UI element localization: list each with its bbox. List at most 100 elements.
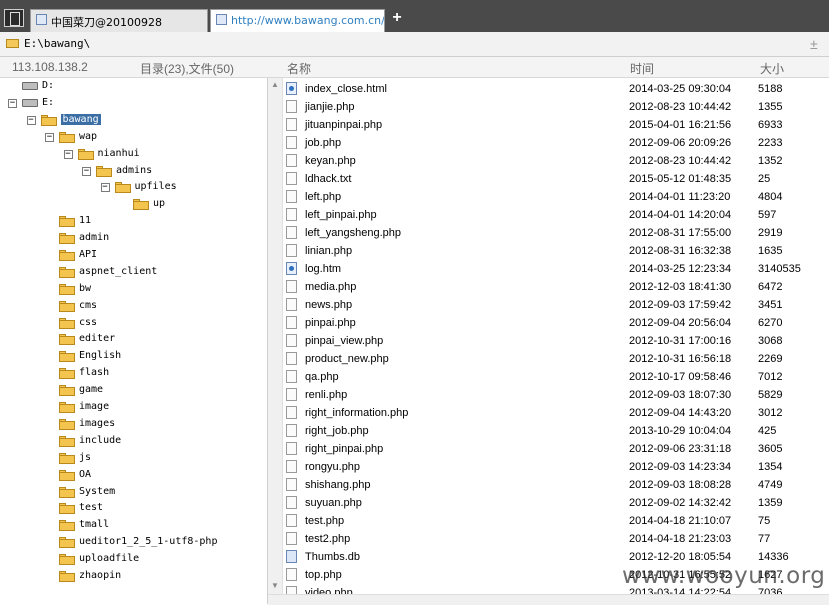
tree-node-label: aspnet_client: [79, 266, 158, 277]
file-row[interactable]: suyuan.php 2012-09-02 14:32:42 1359: [284, 494, 829, 512]
folder-icon: [59, 283, 75, 295]
file-list: ▲ ▼ index_close.html 2014-03-25 09:30:04 5…: [268, 78, 829, 604]
tree-node-label: OA: [79, 469, 92, 480]
column-header-time[interactable]: 时间: [630, 60, 654, 77]
tree-node-label: System: [79, 486, 116, 497]
collapse-toggle-icon[interactable]: −: [8, 99, 17, 108]
collapse-toggle-icon[interactable]: −: [63, 150, 73, 159]
go-button[interactable]: ±: [810, 36, 818, 52]
file-row[interactable]: news.php 2012-09-03 17:59:42 3451: [284, 296, 829, 314]
folder-icon: [59, 333, 75, 345]
file-row[interactable]: qa.php 2012-10-17 09:58:46 7012: [284, 368, 829, 386]
horizontal-scrollbar[interactable]: [268, 594, 829, 605]
file-row[interactable]: keyan.php 2012-08-23 10:44:42 1352: [284, 152, 829, 170]
file-row[interactable]: media.php 2012-12-03 18:41:30 6472: [284, 278, 829, 296]
file-size: 6270: [758, 317, 783, 329]
file-row[interactable]: log.htm 2014-03-25 12:23:34 3140535: [284, 260, 829, 278]
file-name: right_job.php: [305, 425, 369, 437]
column-header-name[interactable]: 名称: [287, 60, 311, 77]
file-row[interactable]: linian.php 2012-08-31 16:32:38 1635: [284, 242, 829, 260]
folder-icon: [59, 317, 75, 329]
file-size: 3605: [758, 443, 783, 455]
file-size: 425: [758, 425, 777, 437]
folder-icon: [114, 181, 131, 193]
folder-icon: [59, 435, 75, 447]
file-name: jianjie.php: [305, 101, 355, 113]
folder-icon: [59, 232, 75, 244]
file-icon: [286, 442, 297, 455]
file-modified-time: 2012-09-06 20:09:26: [629, 137, 732, 149]
file-row[interactable]: left_yangsheng.php 2012-08-31 17:55:00 291…: [284, 224, 829, 242]
folder-icon: [59, 249, 75, 261]
file-row[interactable]: right_job.php 2013-10-29 10:04:04 425: [284, 422, 829, 440]
directory-summary: 目录(23),文件(50): [140, 62, 235, 76]
file-size: 6933: [758, 119, 783, 131]
file-row[interactable]: rongyu.php 2012-09-03 14:23:34 1354: [284, 458, 829, 476]
file-size: 1355: [758, 101, 783, 113]
file-size: 2919: [758, 227, 783, 239]
collapse-toggle-icon[interactable]: −: [45, 133, 54, 142]
app-menu-icon[interactable]: [4, 9, 24, 27]
collapse-toggle-icon[interactable]: −: [26, 116, 36, 125]
file-name: pinpai.php: [305, 317, 356, 329]
file-name: pinpai_view.php: [305, 335, 384, 347]
file-modified-time: 2012-09-03 18:07:30: [629, 389, 732, 401]
file-row[interactable]: left.php 2014-04-01 11:23:20 4804: [284, 188, 829, 206]
file-name: right_information.php: [305, 407, 409, 419]
file-row[interactable]: index_close.html 2014-03-25 09:30:04 5188: [284, 80, 829, 98]
file-modified-time: 2012-08-31 17:55:00: [629, 227, 732, 239]
folder-icon: [59, 367, 75, 379]
file-icon: [286, 136, 297, 149]
file-name: test2.php: [305, 533, 351, 545]
file-row[interactable]: right_information.php 2012-09-04 14:43:20…: [284, 404, 829, 422]
vertical-scrollbar[interactable]: ▲ ▼: [268, 78, 283, 594]
new-tab-button[interactable]: +: [389, 10, 405, 26]
file-row[interactable]: test2.php 2014-04-18 21:23:03 77: [284, 530, 829, 548]
scroll-up-arrow[interactable]: ▲: [270, 80, 280, 90]
scroll-down-arrow[interactable]: ▼: [270, 581, 280, 591]
file-row[interactable]: shishang.php 2012-09-03 18:08:28 4749: [284, 476, 829, 494]
file-modified-time: 2015-05-12 01:48:35: [629, 173, 732, 185]
file-row[interactable]: ldhack.txt 2015-05-12 01:48:35 25: [284, 170, 829, 188]
file-row[interactable]: renli.php 2012-09-03 18:07:30 5829: [284, 386, 829, 404]
tree-node-label: admin: [79, 232, 110, 243]
collapse-toggle-icon[interactable]: −: [82, 167, 91, 176]
collapse-toggle-icon[interactable]: −: [100, 183, 110, 192]
file-size: 3068: [758, 335, 783, 347]
db-file-icon: [286, 550, 297, 563]
file-modified-time: 2012-09-06 23:31:18: [629, 443, 732, 455]
file-row[interactable]: product_new.php 2012-10-31 16:56:18 2269: [284, 350, 829, 368]
file-modified-time: 2012-12-20 18:05:54: [629, 551, 732, 563]
file-row[interactable]: left_pinpai.php 2014-04-01 14:20:04 597: [284, 206, 829, 224]
file-row[interactable]: jianjie.php 2012-08-23 10:44:42 1355: [284, 98, 829, 116]
folder-icon: [40, 114, 57, 126]
column-header-size[interactable]: 大小: [760, 60, 784, 77]
file-row[interactable]: pinpai_view.php 2012-10-31 17:00:16 3068: [284, 332, 829, 350]
file-name: jituanpinpai.php: [305, 119, 383, 131]
tree-node-label: 11: [79, 215, 92, 226]
file-size: 4804: [758, 191, 783, 203]
file-size: 1635: [758, 245, 783, 257]
folder-icon: [59, 300, 75, 312]
file-row[interactable]: job.php 2012-09-06 20:09:26 2233: [284, 134, 829, 152]
tab-file-manager[interactable]: http://www.bawang.com.cn/...: [210, 9, 385, 32]
file-icon: [286, 496, 297, 509]
file-name: index_close.html: [305, 83, 387, 95]
tree-node-label: images: [79, 418, 116, 429]
tree-node-label: uploadfile: [79, 553, 140, 564]
tab-shell-manager[interactable]: 中国菜刀@20100928: [30, 9, 208, 32]
file-row[interactable]: right_pinpai.php 2012-09-06 23:31:18 3605: [284, 440, 829, 458]
file-modified-time: 2013-10-29 10:04:04: [629, 425, 732, 437]
file-modified-time: 2012-10-31 17:00:16: [629, 335, 732, 347]
folder-icon: [59, 401, 75, 413]
tree-node-label: bw: [79, 283, 92, 294]
folder-icon: [59, 519, 75, 531]
path-input[interactable]: E:\bawang\: [24, 37, 90, 50]
tree-node-label: css: [79, 317, 98, 328]
file-row[interactable]: jituanpinpai.php 2015-04-01 16:21:56 6933: [284, 116, 829, 134]
file-icon: [286, 334, 297, 347]
file-row[interactable]: test.php 2014-04-18 21:10:07 75: [284, 512, 829, 530]
file-name: ldhack.txt: [305, 173, 352, 185]
file-row[interactable]: pinpai.php 2012-09-04 20:56:04 6270: [284, 314, 829, 332]
folder-icon: [6, 39, 19, 48]
